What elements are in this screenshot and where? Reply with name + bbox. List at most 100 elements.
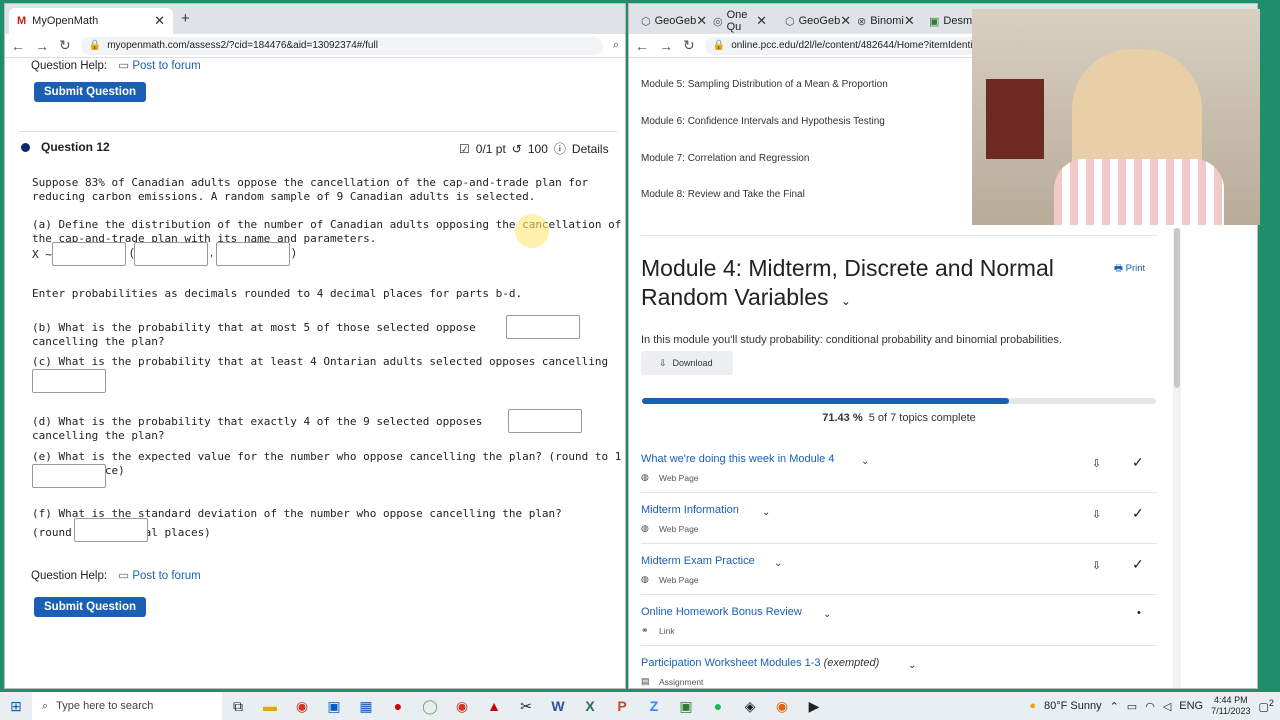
geogebra-icon: ⬡ [641,15,651,28]
parameter-p-input[interactable] [216,242,290,266]
volume-icon[interactable]: ◁ [1163,700,1171,713]
powerpoint-icon[interactable]: P [611,695,633,717]
wifi-icon[interactable]: ◠ [1145,700,1155,713]
download-button[interactable]: ⇩ Download [641,351,733,375]
part-b-input[interactable] [506,315,580,339]
task-view-icon[interactable]: ⧉ [227,695,249,717]
windows-taskbar: ⊞ ⌕ Type here to search ⧉ ▬ ◉ ▣ ▦ ● ◯ ◉ … [0,692,1280,720]
chevron-down-icon[interactable]: ⌄ [774,558,782,569]
topic-3-link[interactable]: Midterm Exam Practice [641,555,755,567]
forward-icon[interactable]: → [35,38,49,54]
scrollbar-thumb[interactable] [1174,228,1180,388]
shirt [1054,159,1224,225]
reload-icon[interactable]: ↻ [59,37,71,54]
chevron-down-icon[interactable]: ⌄ [762,507,770,518]
clock[interactable]: 4:44 PM 7/11/2023 [1211,695,1250,717]
url-text: myopenmath.com/assess2/?cid=184476&aid=1… [107,40,378,51]
question-meta: ☑ 0/1 pt ↺ 100 ⓘ Details [459,140,609,157]
app-icon[interactable]: ◈ [739,695,761,717]
zoom-app-icon[interactable]: Z [643,695,665,717]
tab-myopenmath[interactable]: M MyOpenMath ✕ [9,8,173,34]
help-label: Question Help: [31,570,108,582]
part-f-input[interactable] [74,518,148,542]
taskbar-search[interactable]: ⌕ Type here to search [32,692,222,720]
topic-1-link[interactable]: What we're doing this week in Module 4 [641,453,834,465]
module-5-link[interactable]: Module 5: Sampling Distribution of a Mea… [641,79,888,90]
tab-binomial[interactable]: ⊗ Binomi ✕ [849,8,919,34]
parameter-n-input[interactable] [134,242,208,266]
topic-5-link[interactable]: Participation Worksheet Modules 1-3 (exe… [641,657,879,669]
desmos-icon[interactable]: ▣ [675,695,697,717]
windows-start-icon[interactable]: ⊞ [5,695,27,717]
topic-2-link[interactable]: Midterm Information [641,504,739,516]
question-content: Question Help: ▭ Post to forum Submit Qu… [5,58,625,688]
language-indicator[interactable]: ENG [1179,700,1203,712]
url-field[interactable]: 🔒 myopenmath.com/assess2/?cid=184476&aid… [80,36,603,55]
print-button[interactable]: 🖶 Print [1114,261,1145,277]
forward-icon[interactable]: → [659,38,673,54]
chevron-down-icon[interactable]: ⌄ [908,660,916,671]
battery-icon[interactable]: ▭ [1127,700,1137,713]
part-c-input[interactable] [32,369,106,393]
acrobat-icon[interactable]: ▲ [483,695,505,717]
module-7-link[interactable]: Module 7: Correlation and Regression [641,153,809,164]
post-forum-link-bottom[interactable]: Post to forum [132,570,200,582]
chevron-down-icon[interactable]: ⌄ [823,609,831,620]
file-explorer-icon[interactable]: ▬ [259,695,281,717]
weather-text[interactable]: 80°F Sunny [1044,700,1102,712]
back-icon[interactable]: ← [11,38,25,54]
chrome-icon[interactable]: ◉ [451,695,473,717]
spotify-icon[interactable]: ● [707,695,729,717]
submit-question-button-top[interactable]: Submit Question [34,82,146,102]
firefox-icon[interactable]: ◉ [771,695,793,717]
system-tray: ● 80°F Sunny ⌃ ▭ ◠ ◁ ENG 4:44 PM 7/11/20… [1029,695,1280,717]
divider [641,543,1157,544]
close-tab-icon[interactable]: ✕ [756,13,767,29]
snip-icon[interactable]: ✂ [515,695,537,717]
weather-icon: ● [1029,700,1036,712]
details-link[interactable]: Details [572,142,609,156]
module-8-link[interactable]: Module 8: Review and Take the Final [641,189,805,200]
download-topic-icon[interactable]: ⇩ [1092,508,1101,521]
geogebra-icon[interactable]: ◯ [419,695,441,717]
download-topic-icon[interactable]: ⇩ [1092,559,1101,572]
tab-geogebra-2[interactable]: ⬡ GeoGeb ✕ [777,8,851,34]
media-icon[interactable]: ▶ [803,695,825,717]
module-6-link[interactable]: Module 6: Confidence Intervals and Hypot… [641,116,885,127]
close-tab-icon[interactable]: ✕ [904,13,915,29]
download-topic-icon[interactable]: ⇩ [1092,457,1101,470]
record-icon[interactable]: ● [387,695,409,717]
tab-geogebra-1[interactable]: ⬡ GeoGeb ✕ [633,8,707,34]
zoom-icon[interactable]: ⌕ [613,39,619,52]
scrollbar[interactable] [1173,228,1181,688]
desmos-icon: ▣ [929,15,940,28]
x-label: X ~ [32,248,52,261]
chevron-up-icon[interactable]: ⌃ [1110,700,1119,713]
store-icon[interactable]: ▦ [355,695,377,717]
post-forum-link-top[interactable]: Post to forum [132,60,200,72]
info-icon[interactable]: ⓘ [554,140,566,157]
tab-title: MyOpenMath [32,15,99,27]
distribution-name-input[interactable] [52,242,126,266]
close-tab-icon[interactable]: ✕ [154,13,165,29]
topic-4-link[interactable]: Online Homework Bonus Review [641,606,802,618]
divider [19,131,617,132]
tab-label: Binomi [870,15,904,27]
submit-question-button-bottom[interactable]: Submit Question [34,597,146,617]
divider [641,645,1157,646]
tab-one-question[interactable]: ◎ One Qu ✕ [705,8,775,34]
chrome-icon[interactable]: ◉ [291,695,313,717]
part-e-input[interactable] [32,464,106,488]
reload-icon[interactable]: ↻ [683,37,695,54]
chevron-down-icon[interactable]: ⌄ [841,294,851,308]
part-d-input[interactable] [508,409,582,433]
word-icon[interactable]: W [547,695,569,717]
excel-icon[interactable]: X [579,695,601,717]
new-tab-button[interactable]: + [181,10,190,27]
notification-icon[interactable]: ▢2 [1259,698,1275,714]
app-icon[interactable]: ▣ [323,695,345,717]
score-text: 0/1 pt [475,141,506,156]
back-icon[interactable]: ← [635,38,649,54]
chevron-down-icon[interactable]: ⌄ [861,456,869,467]
question-help-top: Question Help: ▭ Post to forum [31,58,201,72]
